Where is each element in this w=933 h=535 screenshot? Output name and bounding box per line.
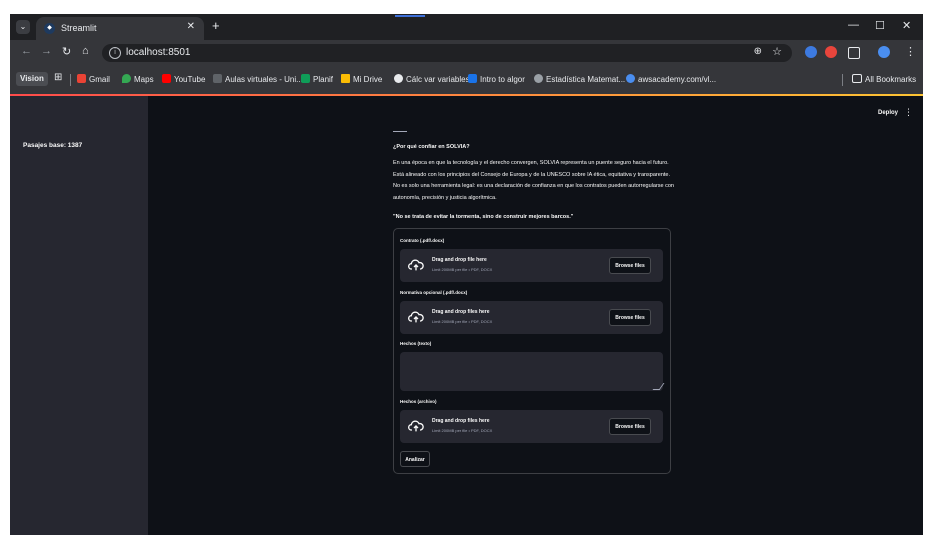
bookmark-separator (70, 74, 71, 86)
plus-icon[interactable]: + (212, 18, 220, 33)
hechos-dropzone[interactable]: Drag and drop files here Limit 200MB per… (400, 410, 663, 443)
hechos-texto-input[interactable] (400, 352, 663, 391)
drive-icon (341, 74, 350, 83)
bookmark-planif[interactable]: Planif (301, 74, 333, 84)
browse-files-button[interactable]: Browse files (609, 257, 651, 274)
browse-files-button[interactable]: Browse files (609, 418, 651, 435)
dropzone-limit: Limit 200MB per file • PDF, DOCX (432, 428, 493, 433)
contrato-dropzone[interactable]: Drag and drop file here Limit 200MB per … (400, 249, 663, 282)
streamlit-app: Pasajes base: 1387 Deploy ⋮ ¿Por qué con… (10, 94, 923, 535)
deploy-button[interactable]: Deploy (878, 110, 898, 116)
browser-window: ⌄ ◆ Streamlit ✕ + — ☐ ✕ ← → ↻ ⌂ i localh… (10, 14, 923, 535)
main-content: ¿Por qué confiar en SOLVIA? En una época… (393, 94, 675, 535)
close-icon[interactable]: ✕ (187, 21, 195, 32)
aulas-icon (213, 74, 222, 83)
dropzone-instruction: Drag and drop files here (432, 309, 490, 315)
hechos-archivo-label: Hechos (archivo) (400, 399, 437, 404)
sidebar-passages-count: Pasajes base: 1387 (23, 142, 83, 149)
streamlit-favicon: ◆ (44, 23, 55, 34)
upload-cloud-icon (408, 259, 424, 271)
back-icon[interactable]: ← (21, 45, 32, 57)
url-text: localhost:8501 (126, 47, 191, 58)
intro-paragraph: En una época en que la tecnología y el d… (393, 160, 674, 201)
dropzone-instruction: Drag and drop files here (432, 418, 490, 424)
upload-cloud-icon (408, 420, 424, 432)
profile-avatar[interactable] (878, 46, 890, 58)
browse-files-button[interactable]: Browse files (609, 309, 651, 326)
bookmark-estadistica[interactable]: Estadística Matemat... (534, 74, 625, 84)
extensions-puzzle-icon[interactable] (848, 47, 860, 59)
dropzone-instruction: Drag and drop file here (432, 257, 487, 263)
search-tabs-icon[interactable]: ⌄ (16, 20, 30, 34)
tab-loading-indicator (395, 15, 425, 17)
bookmark-separator (842, 74, 843, 86)
maps-icon (122, 74, 131, 83)
bookmark-gmail[interactable]: Gmail (77, 74, 110, 84)
quote-text: "No se trata de evitar la tormenta, sino… (393, 214, 574, 220)
dropzone-limit: Limit 200MB per file • PDF, DOCX (432, 267, 493, 272)
sheets-icon (301, 74, 310, 83)
contrato-label: Contrato (.pdf/.docx) (400, 238, 445, 243)
browser-toolbar: ← → ↻ ⌂ i localhost:8501 ⊕ ☆ ⋮ (10, 40, 923, 66)
apps-grid-icon[interactable]: ⊞ (54, 72, 62, 83)
hechos-texto-label: Hechos (texto) (400, 341, 432, 346)
star-icon[interactable]: ☆ (772, 45, 782, 58)
normativa-dropzone[interactable]: Drag and drop files here Limit 200MB per… (400, 301, 663, 334)
section-heading: ¿Por qué confiar en SOLVIA? (393, 144, 470, 150)
extension-shield-icon[interactable] (805, 46, 817, 58)
tab-strip: ⌄ ◆ Streamlit ✕ + — ☐ ✕ (10, 14, 923, 40)
bookmark-calc[interactable]: Cálc var variables (394, 74, 470, 84)
bookmark-youtube[interactable]: YouTube (162, 74, 205, 84)
maximize-icon[interactable]: ☐ (875, 19, 885, 32)
sidebar: Pasajes base: 1387 (10, 96, 148, 535)
upload-cloud-icon (408, 311, 424, 323)
forward-icon[interactable]: → (41, 45, 52, 57)
aws-icon (626, 74, 635, 83)
bookmark-maps[interactable]: Maps (122, 74, 154, 84)
bookmark-intro-algor[interactable]: Intro to algor (468, 74, 525, 84)
minimize-icon[interactable]: — (848, 19, 859, 31)
home-icon[interactable]: ⌂ (82, 45, 89, 57)
reload-icon[interactable]: ↻ (62, 45, 71, 58)
divider (393, 131, 407, 132)
extension-record-icon[interactable] (825, 46, 837, 58)
dropzone-limit: Limit 200MB per file • PDF, DOCX (432, 319, 493, 324)
zoom-icon[interactable]: ⊕ (754, 46, 762, 57)
tab-title: Streamlit (61, 23, 97, 33)
address-bar[interactable]: i localhost:8501 ⊕ ☆ (102, 44, 792, 62)
bookmark-vision[interactable]: Vision (16, 72, 48, 86)
gmail-icon (77, 74, 86, 83)
globe-icon (394, 74, 403, 83)
normativa-label: Normativa opcional (.pdf/.docx) (400, 290, 468, 295)
bookmark-aulas[interactable]: Aulas virtuales - Uni... (213, 74, 303, 84)
close-window-icon[interactable]: ✕ (902, 19, 911, 32)
analysis-form: Contrato (.pdf/.docx) Drag and drop file… (393, 228, 671, 474)
youtube-icon (162, 74, 171, 83)
folder-icon (852, 74, 862, 83)
bookmarks-bar: Vision ⊞ Gmail Maps YouTube Aulas virtua… (10, 66, 923, 95)
analyze-button[interactable]: Analizar (400, 451, 430, 467)
algor-icon (468, 74, 477, 83)
bookmark-drive[interactable]: Mi Drive (341, 74, 382, 84)
tab-streamlit[interactable]: ◆ Streamlit ✕ (36, 17, 204, 40)
bookmark-awsacademy[interactable]: awsacademy.com/vl... (626, 74, 716, 84)
browser-menu-icon[interactable]: ⋮ (905, 45, 916, 58)
main-menu-icon[interactable]: ⋮ (904, 107, 913, 118)
estadistica-icon (534, 74, 543, 83)
all-bookmarks[interactable]: All Bookmarks (852, 74, 916, 84)
site-info-icon[interactable]: i (109, 47, 121, 59)
